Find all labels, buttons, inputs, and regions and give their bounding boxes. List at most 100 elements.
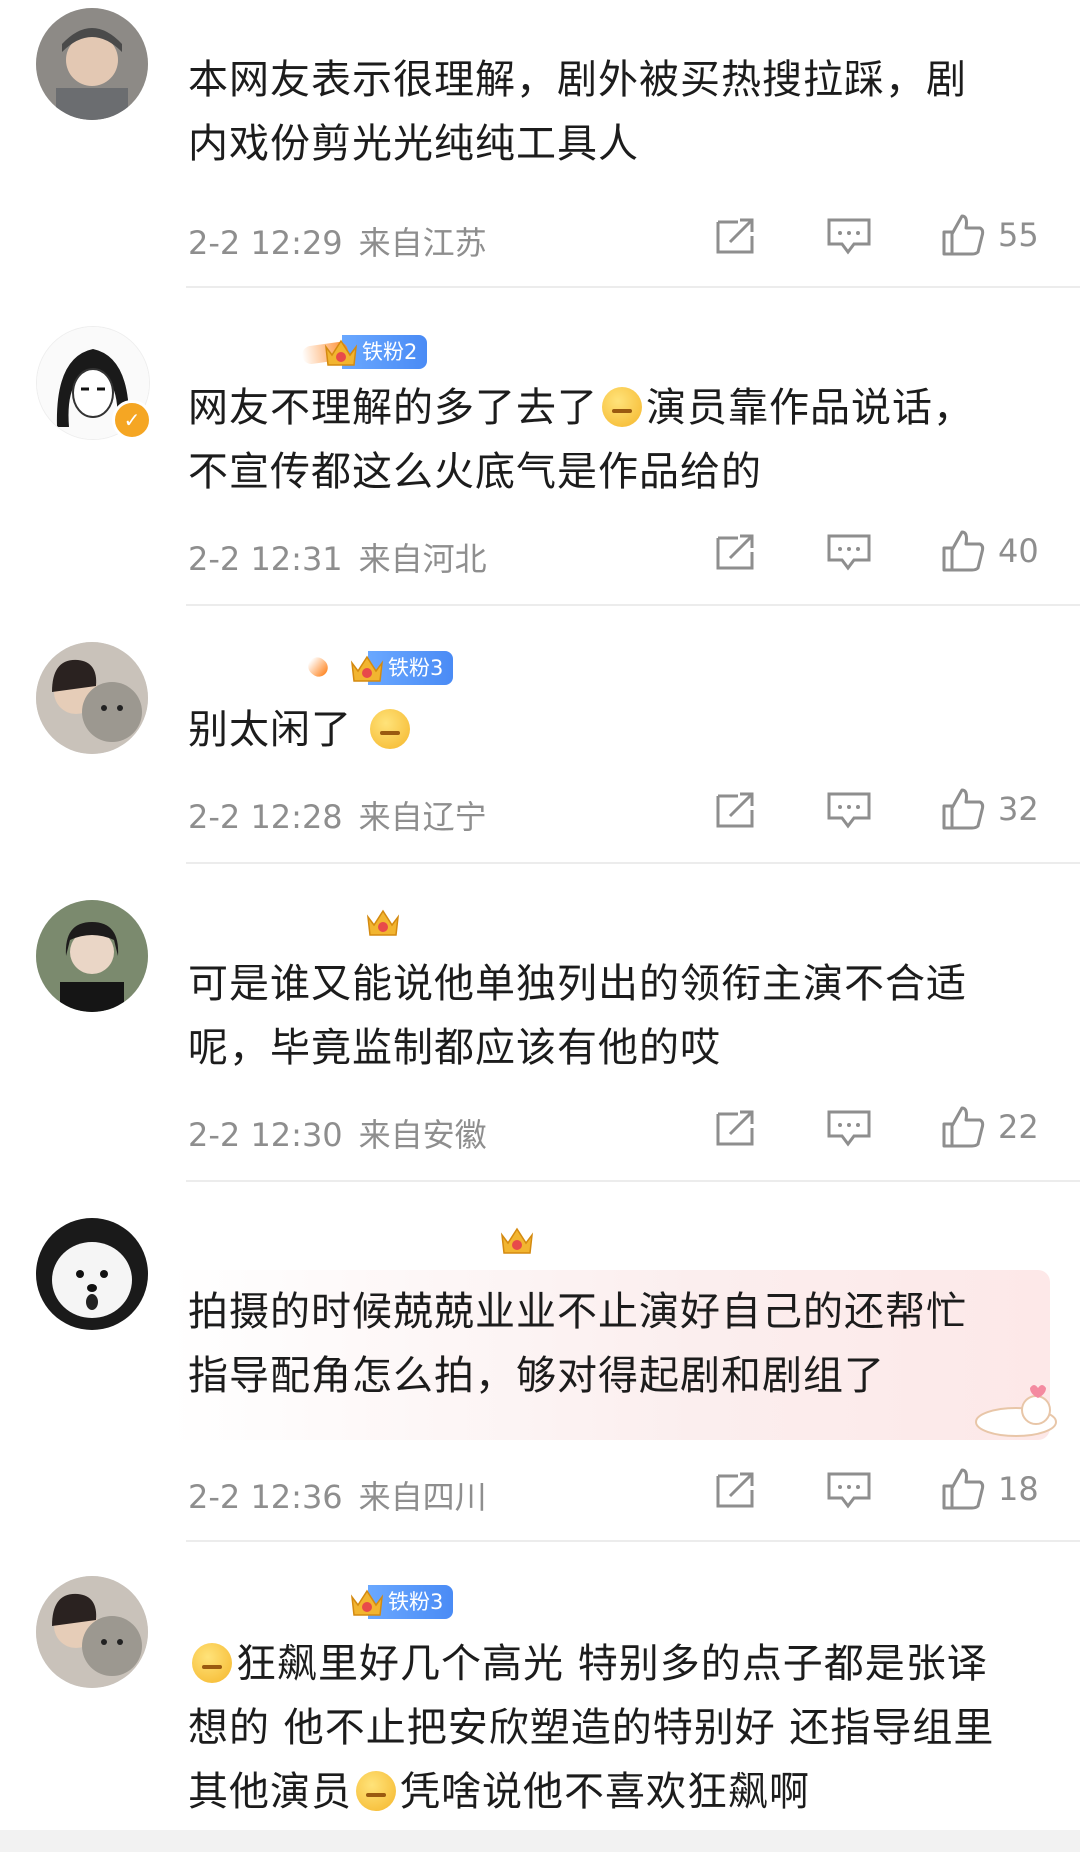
avatar[interactable] bbox=[36, 642, 148, 754]
comment-date: 2-2 12:31 bbox=[188, 540, 343, 578]
avatar[interactable] bbox=[36, 900, 148, 1012]
comment-icon bbox=[827, 534, 871, 571]
comment-text: 别太闲了 bbox=[188, 698, 1028, 762]
share-icon bbox=[716, 792, 754, 828]
comment-line: 拍摄的时候兢兢业业不止演好自己的还帮忙 bbox=[188, 1289, 967, 1335]
comment-text: 拍摄的时候兢兢业业不止演好自己的还帮忙 指导配角怎么拍，够对得起剧和剧组了 bbox=[188, 1280, 1028, 1408]
share-icon bbox=[716, 1472, 754, 1508]
comment-date: 2-2 12:28 bbox=[188, 798, 343, 836]
crown-icon bbox=[498, 1221, 536, 1259]
divider bbox=[186, 604, 1080, 606]
comment-date: 2-2 12:36 bbox=[188, 1478, 343, 1516]
like-count: 22 bbox=[998, 1108, 1039, 1146]
share-icon bbox=[716, 534, 754, 570]
like-count: 55 bbox=[998, 216, 1039, 254]
comment-location: 来自河北 bbox=[358, 540, 487, 578]
thumbs-up-icon bbox=[942, 530, 985, 572]
comment-location: 来自安徽 bbox=[358, 1116, 487, 1154]
comment-text: 本网友表示很理解，剧外被买热搜拉踩，剧 内戏份剪光光纯纯工具人 bbox=[188, 48, 1028, 176]
comment-line: 内戏份剪光光纯纯工具人 bbox=[188, 121, 639, 167]
comment-icon bbox=[827, 792, 871, 829]
comment-segment: 凭啥说他不喜欢狂飙啊 bbox=[400, 1769, 810, 1815]
comment-line: 其他演员 凭啥说他不喜欢狂飙啊 bbox=[188, 1760, 1028, 1824]
verified-icon: ✓ bbox=[112, 400, 152, 440]
fan-badge: 铁粉3 bbox=[348, 1583, 454, 1621]
comment-button[interactable] bbox=[826, 1470, 872, 1510]
comment-line: 指导配角怎么拍，够对得起剧和剧组了 bbox=[188, 1353, 885, 1399]
emoji-icon bbox=[356, 1771, 396, 1811]
comment-location: 来自江苏 bbox=[358, 224, 487, 262]
comment-meta: 2-2 12:28 来自辽宁 bbox=[188, 792, 503, 838]
comment-date: 2-2 12:29 bbox=[188, 224, 343, 262]
divider bbox=[186, 286, 1080, 288]
comment-location: 来自辽宁 bbox=[358, 798, 487, 836]
comment-line: 本网友表示很理解，剧外被买热搜拉踩，剧 bbox=[188, 57, 967, 103]
share-button[interactable] bbox=[714, 1470, 758, 1510]
thumbs-up-icon bbox=[942, 1106, 985, 1148]
like-button[interactable]: 32 bbox=[940, 786, 1039, 832]
comment-meta: 2-2 12:30 来自安徽 bbox=[188, 1110, 503, 1156]
comment-segment: 别太闲了 bbox=[188, 707, 352, 753]
comment-icon bbox=[827, 1472, 871, 1509]
like-button[interactable]: 55 bbox=[940, 212, 1039, 258]
comment-button[interactable] bbox=[826, 532, 872, 572]
comment-meta: 2-2 12:29 来自江苏 bbox=[188, 218, 503, 264]
like-button[interactable]: 22 bbox=[940, 1104, 1039, 1150]
crown-icon bbox=[348, 649, 386, 687]
bottom-bar bbox=[0, 1830, 1080, 1852]
comment-segment: 演员靠作品说话， bbox=[646, 385, 974, 431]
comment-line: 不宣传都这么火底气是作品给的 bbox=[188, 449, 762, 495]
crown-icon bbox=[322, 333, 360, 371]
comment-line: 呢，毕竟监制都应该有他的哎 bbox=[188, 1025, 721, 1071]
share-button[interactable] bbox=[714, 790, 758, 830]
crown-icon bbox=[348, 1583, 386, 1621]
crown-icon bbox=[364, 903, 402, 941]
share-icon bbox=[716, 218, 754, 254]
emoji-icon bbox=[369, 709, 410, 749]
avatar[interactable] bbox=[36, 8, 148, 120]
comment-text: 网友不理解的多了去了 演员靠作品说话， 不宣传都这么火底气是作品给的 bbox=[188, 376, 1028, 504]
comment-button[interactable] bbox=[826, 216, 872, 256]
divider bbox=[186, 1180, 1080, 1182]
divider bbox=[186, 1540, 1080, 1542]
emoji-icon bbox=[192, 1643, 232, 1683]
comment-segment: 网友不理解的多了去了 bbox=[188, 385, 598, 431]
like-count: 18 bbox=[998, 1470, 1039, 1508]
comment-line: 想的 他不止把安欣塑造的特别好 还指导组里 bbox=[188, 1705, 995, 1751]
thumbs-up-icon bbox=[942, 788, 985, 830]
comment-text: 可是谁又能说他单独列出的领衔主演不合适 呢，毕竟监制都应该有他的哎 bbox=[188, 952, 1028, 1080]
comment-line: 网友不理解的多了去了 演员靠作品说话， bbox=[188, 376, 1028, 440]
share-icon bbox=[716, 1110, 754, 1146]
emoji-icon bbox=[602, 387, 642, 427]
fire-icon bbox=[304, 653, 332, 681]
like-button[interactable]: 18 bbox=[940, 1466, 1039, 1512]
avatar[interactable] bbox=[36, 1218, 148, 1330]
comment-date: 2-2 12:30 bbox=[188, 1116, 343, 1154]
comment-location: 来自四川 bbox=[358, 1478, 487, 1516]
like-count: 40 bbox=[998, 532, 1039, 570]
thumbs-up-icon bbox=[942, 214, 985, 256]
divider bbox=[186, 862, 1080, 864]
fan-badge: 铁粉2 bbox=[300, 333, 428, 371]
comment-text: 狂飙里好几个高光 特别多的点子都是张译 想的 他不止把安欣塑造的特别好 还指导组… bbox=[188, 1632, 1028, 1824]
like-count: 32 bbox=[998, 790, 1039, 828]
comment-button[interactable] bbox=[826, 1108, 872, 1148]
share-button[interactable] bbox=[714, 532, 758, 572]
fan-badge: 铁粉3 bbox=[304, 649, 454, 687]
avatar[interactable] bbox=[36, 1576, 148, 1688]
comment-line: 别太闲了 bbox=[188, 698, 1028, 762]
share-button[interactable] bbox=[714, 1108, 758, 1148]
fan-badge bbox=[364, 904, 402, 940]
comment-meta: 2-2 12:31 来自河北 bbox=[188, 534, 503, 580]
comment-segment: 狂飙里好几个高光 特别多的点子都是张译 bbox=[236, 1641, 988, 1687]
thumbs-up-icon bbox=[942, 1468, 985, 1510]
comment-line: 狂飙里好几个高光 特别多的点子都是张译 bbox=[188, 1632, 1028, 1696]
comment-button[interactable] bbox=[826, 790, 872, 830]
share-button[interactable] bbox=[714, 216, 758, 256]
fan-badge bbox=[498, 1222, 536, 1258]
like-button[interactable]: 40 bbox=[940, 528, 1039, 574]
comment-segment: 其他演员 bbox=[188, 1769, 352, 1815]
comment-line: 可是谁又能说他单独列出的领衔主演不合适 bbox=[188, 961, 967, 1007]
comment-icon bbox=[827, 218, 871, 255]
comment-icon bbox=[827, 1110, 871, 1147]
